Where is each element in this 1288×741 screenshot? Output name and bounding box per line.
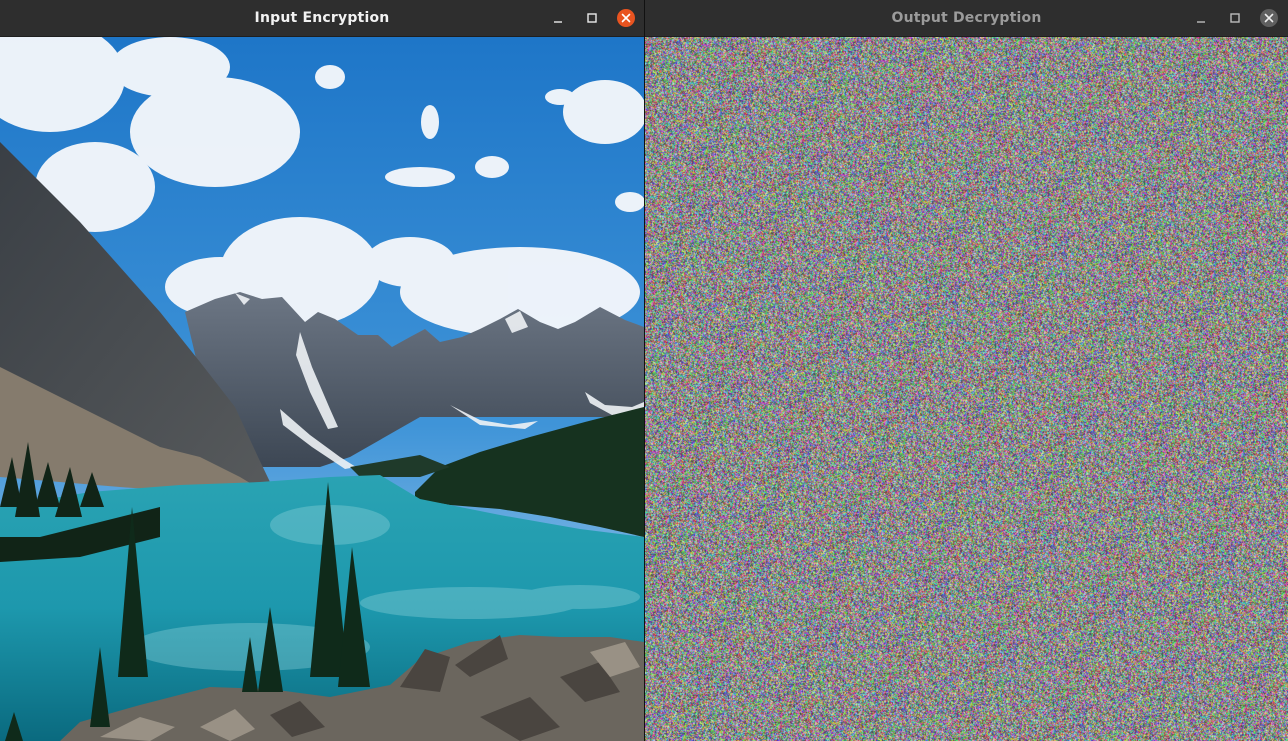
titlebar-input[interactable]: Input Encryption: [0, 0, 644, 37]
maximize-icon[interactable]: [582, 8, 602, 28]
output-decryption-window[interactable]: Output Decryption: [645, 0, 1288, 741]
output-image: [645, 37, 1288, 741]
mountain-lake-photo: [0, 37, 644, 741]
minimize-icon[interactable]: [1191, 8, 1211, 28]
close-icon[interactable]: [1259, 8, 1279, 28]
close-icon[interactable]: [616, 8, 636, 28]
maximize-icon[interactable]: [1225, 8, 1245, 28]
pixel-noise-image: [645, 37, 1288, 741]
titlebar-output[interactable]: Output Decryption: [645, 0, 1288, 37]
input-image: [0, 37, 644, 741]
input-encryption-window[interactable]: Input Encryption: [0, 0, 644, 741]
minimize-icon[interactable]: [548, 8, 568, 28]
